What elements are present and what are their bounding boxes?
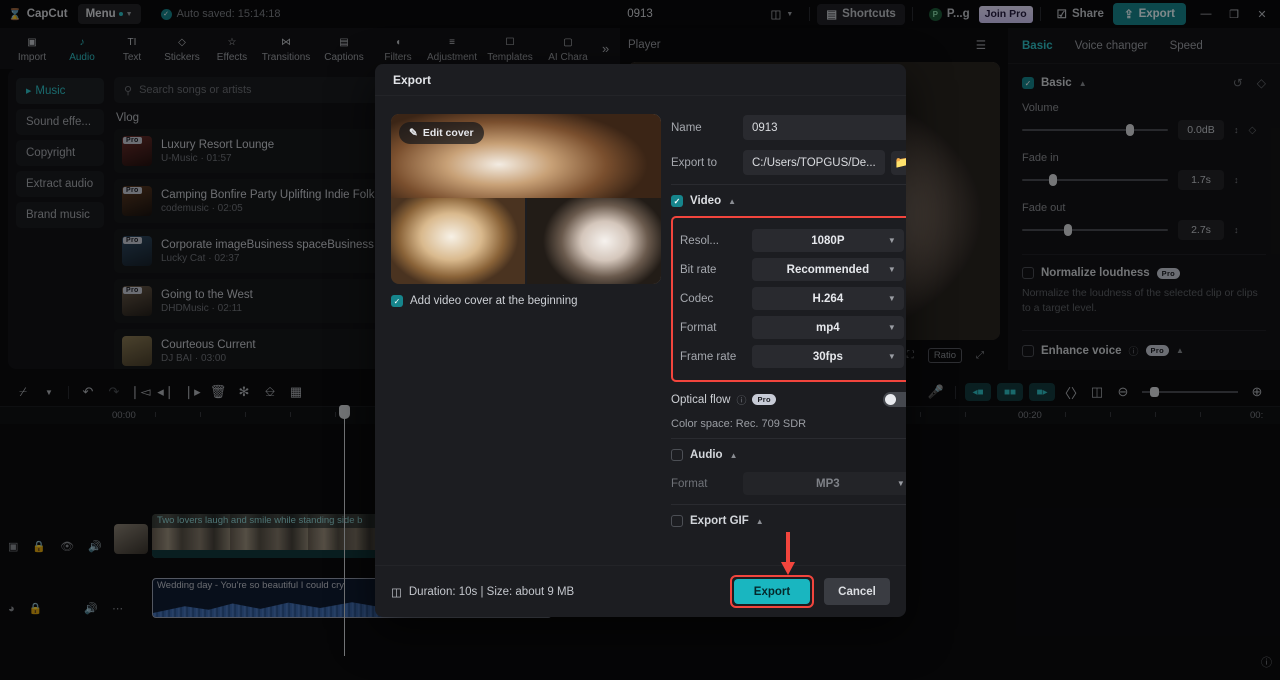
name-input[interactable]: 0913 [743, 115, 906, 140]
bitrate-value: Recommended [786, 263, 870, 276]
add-video-cover-row[interactable]: ✓ Add video cover at the beginning [391, 295, 661, 307]
color-space-text: Color space: Rec. 709 SDR [671, 418, 807, 430]
footer-buttons: Export Cancel [730, 575, 890, 608]
cancel-button[interactable]: Cancel [824, 578, 890, 605]
audio-format-select[interactable]: MP3 ▼ [743, 472, 906, 495]
cover-image-row [391, 198, 661, 284]
video-section-label: Video [690, 195, 722, 207]
chevron-down-icon: ▼ [887, 352, 896, 361]
add-video-cover-label: Add video cover at the beginning [410, 295, 578, 307]
export-button[interactable]: Export [734, 579, 810, 604]
optical-flow-label: Optical flow [671, 393, 731, 406]
toggle-knob [884, 394, 896, 405]
chevron-down-icon: ▼ [887, 236, 896, 245]
export-gif-header: Export GIF ▲ [671, 515, 906, 527]
chevron-down-icon: ▼ [887, 323, 896, 332]
framerate-label: Frame rate [680, 350, 737, 363]
folder-icon[interactable]: 📁 [890, 150, 906, 175]
export-dialog-body: ✎ Edit cover ✓ Add video cover at the be… [375, 96, 906, 580]
export-to-row: Export to C:/Users/TOPGUS/De... 📁 [671, 149, 906, 176]
cover-column: ✎ Edit cover ✓ Add video cover at the be… [391, 114, 661, 580]
audio-checkbox[interactable] [671, 449, 683, 461]
bitrate-row: Bit rate Recommended ▼ [680, 257, 904, 282]
file-icon: ◫ [391, 586, 402, 599]
optical-flow-row: Optical flow ⓘ Pro [671, 392, 906, 407]
codec-value: H.264 [812, 292, 844, 305]
edit-cover-button[interactable]: ✎ Edit cover [399, 122, 484, 144]
format-row: Format mp4 ▼ [680, 315, 904, 340]
pencil-icon: ✎ [409, 127, 418, 139]
framerate-select[interactable]: 30fps ▼ [752, 345, 904, 368]
resolution-row: Resol... 1080P ▼ [680, 228, 904, 253]
divider [671, 184, 906, 185]
add-video-cover-checkbox[interactable]: ✓ [391, 295, 403, 307]
export-path-input[interactable]: C:/Users/TOPGUS/De... [743, 150, 885, 175]
audio-format-label: Format [671, 477, 708, 490]
chevron-up-icon[interactable]: ▲ [756, 517, 764, 526]
audio-section-label: Audio [690, 449, 723, 461]
export-dialog-footer: ◫ Duration: 10s | Size: about 9 MB Expor… [375, 565, 906, 617]
framerate-row: Frame rate 30fps ▼ [680, 344, 904, 369]
video-checkbox[interactable]: ✓ [671, 195, 683, 207]
export-button-highlight: Export [730, 575, 814, 608]
red-arrow-annotation-icon [781, 532, 795, 576]
video-settings-group: Resol... 1080P ▼ Bit rate Recommended ▼ [671, 216, 906, 382]
framerate-value: 30fps [812, 350, 843, 363]
format-select[interactable]: mp4 ▼ [752, 316, 904, 339]
video-section-header: ✓ Video ▲ [671, 195, 906, 207]
divider [671, 504, 906, 505]
bitrate-select[interactable]: Recommended ▼ [752, 258, 904, 281]
name-label: Name [671, 121, 702, 134]
audio-format-value: MP3 [816, 477, 840, 490]
help-icon[interactable]: ⓘ [736, 392, 746, 407]
capcut-window: ⌛ CapCut Menu ▼ ✓ Auto saved: 15:14:18 0… [0, 0, 1280, 680]
duration-info: ◫ Duration: 10s | Size: about 9 MB [391, 585, 574, 599]
name-row: Name 0913 [671, 114, 906, 141]
edit-cover-label: Edit cover [422, 127, 474, 139]
pro-badge: Pro [752, 394, 776, 405]
resolution-label: Resol... [680, 234, 719, 247]
format-value: mp4 [816, 321, 840, 334]
chevron-up-icon[interactable]: ▲ [728, 197, 736, 206]
codec-label: Codec [680, 292, 714, 305]
resolution-select[interactable]: 1080P ▼ [752, 229, 904, 252]
cover-preview[interactable]: ✎ Edit cover [391, 114, 661, 284]
cover-image-bottom-right [527, 198, 661, 284]
export-dialog: Export ✎ Edit cover ✓ Add video cover at… [375, 64, 906, 617]
audio-section-header: Audio ▲ [671, 449, 906, 461]
cover-image-bottom-left [391, 198, 525, 284]
codec-select[interactable]: H.264 ▼ [752, 287, 904, 310]
export-gif-label: Export GIF [690, 515, 749, 527]
chevron-down-icon: ▼ [896, 479, 905, 488]
chevron-down-icon: ▼ [887, 294, 896, 303]
audio-format-row: Format MP3 ▼ [671, 471, 906, 496]
export-gif-checkbox[interactable] [671, 515, 683, 527]
divider [671, 438, 906, 439]
format-label: Format [680, 321, 717, 334]
duration-text: Duration: 10s | Size: about 9 MB [408, 585, 575, 598]
resolution-value: 1080P [811, 234, 845, 247]
chevron-up-icon[interactable]: ▲ [730, 451, 738, 460]
chevron-down-icon: ▼ [887, 265, 896, 274]
export-dialog-title: Export [375, 64, 906, 96]
codec-row: Codec H.264 ▼ [680, 286, 904, 311]
export-form: Name 0913 Export to C:/Users/TOPGUS/De..… [661, 114, 906, 580]
export-to-label: Export to [671, 156, 718, 169]
optical-flow-toggle[interactable] [882, 392, 906, 407]
bitrate-label: Bit rate [680, 263, 717, 276]
